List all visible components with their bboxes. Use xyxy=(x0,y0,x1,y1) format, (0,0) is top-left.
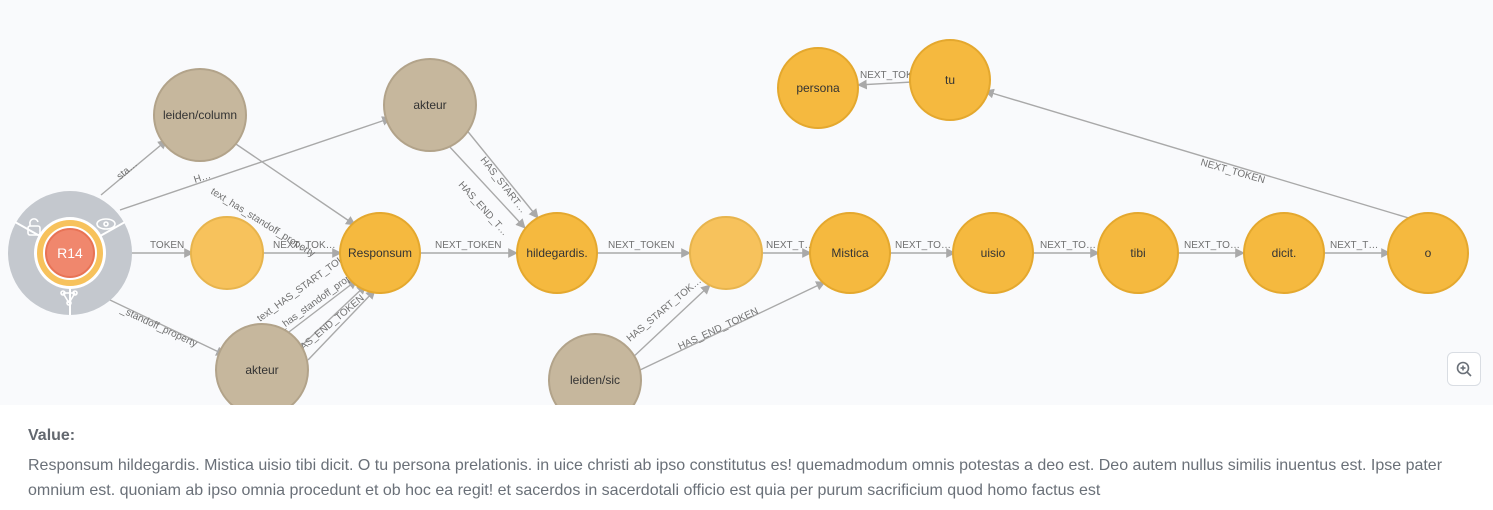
center-node[interactable]: R14 xyxy=(8,191,132,315)
svg-text:akteur: akteur xyxy=(245,363,278,377)
svg-text:o: o xyxy=(1425,246,1432,260)
svg-text:HAS_START_TOK…: HAS_START_TOK… xyxy=(625,275,704,344)
svg-text:NEXT_T…: NEXT_T… xyxy=(766,240,814,251)
edge-r14-akteurbot: _standoff_property xyxy=(110,300,225,355)
node-dicit[interactable]: dicit. xyxy=(1244,213,1324,293)
svg-text:NEXT_TO…: NEXT_TO… xyxy=(1184,240,1240,251)
node-leiden-sic[interactable]: leiden/sic xyxy=(549,334,641,405)
center-node-label: R14 xyxy=(57,245,83,261)
svg-text:H…: H… xyxy=(193,170,213,186)
zoom-in-button[interactable] xyxy=(1447,352,1481,386)
node-akteur-bottom[interactable]: akteur xyxy=(216,324,308,405)
node-persona[interactable]: persona xyxy=(778,48,858,128)
svg-text:HAS_END_TOKEN: HAS_END_TOKEN xyxy=(293,293,367,357)
svg-text:NEXT_TOKEN: NEXT_TOKEN xyxy=(608,240,675,251)
node-mistica[interactable]: Mistica xyxy=(810,213,890,293)
node-blank-2[interactable] xyxy=(690,217,762,289)
svg-text:NEXT_TO…: NEXT_TO… xyxy=(1040,240,1096,251)
node-o[interactable]: o xyxy=(1388,213,1468,293)
svg-text:Responsum: Responsum xyxy=(348,246,412,260)
node-responsum[interactable]: Responsum xyxy=(340,213,420,293)
svg-text:TOKEN: TOKEN xyxy=(150,240,184,251)
svg-text:HAS_END_TOKEN: HAS_END_TOKEN xyxy=(677,306,761,353)
svg-text:NEXT_TOKEN: NEXT_TOKEN xyxy=(1199,157,1266,186)
edge-blank2-mistica: NEXT_T… xyxy=(762,240,814,253)
value-text: Responsum hildegardis. Mistica uisio tib… xyxy=(28,453,1465,504)
svg-text:hildegardis.: hildegardis. xyxy=(526,246,587,260)
node-blank-1[interactable] xyxy=(191,217,263,289)
svg-text:leiden/sic: leiden/sic xyxy=(570,373,620,387)
graph-svg: TOKEN NEXT_TOK… NEXT_TOKEN NEXT_TOKEN NE… xyxy=(0,0,1493,405)
node-uisio[interactable]: uisio xyxy=(953,213,1033,293)
node-akteur-top[interactable]: akteur xyxy=(384,59,476,151)
edge-dicit-o: NEXT_T… xyxy=(1323,240,1390,253)
node-tu[interactable]: tu xyxy=(910,40,990,120)
svg-text:tibi: tibi xyxy=(1130,246,1145,260)
edge-mistica-uisio: NEXT_TO… xyxy=(888,240,955,253)
edge-hildegardis-blank2: NEXT_TOKEN xyxy=(597,240,690,253)
svg-text:_standoff_property: _standoff_property xyxy=(118,304,199,350)
svg-text:NEXT_TO…: NEXT_TO… xyxy=(895,240,951,251)
edge-akteurbot-resp-end: HAS_END_TOKEN xyxy=(293,290,375,360)
edge-responsum-hildegardis: NEXT_TOKEN xyxy=(418,240,517,253)
graph-canvas[interactable]: TOKEN NEXT_TOK… NEXT_TOKEN NEXT_TOKEN NE… xyxy=(0,0,1493,405)
edge-r14-leidencol: sta… xyxy=(101,140,167,195)
edge-tibi-dicit: NEXT_TO… xyxy=(1176,240,1244,253)
svg-text:Mistica: Mistica xyxy=(831,246,869,260)
edge-r14-blank1: TOKEN xyxy=(128,240,193,253)
svg-text:NEXT_TOKEN: NEXT_TOKEN xyxy=(435,240,502,251)
svg-text:persona: persona xyxy=(796,81,840,95)
edge-leidensic-blank2: HAS_START_TOK… xyxy=(625,275,710,360)
node-hildegardis[interactable]: hildegardis. xyxy=(517,213,597,293)
svg-text:uisio: uisio xyxy=(981,246,1006,260)
node-tibi[interactable]: tibi xyxy=(1098,213,1178,293)
svg-text:NEXT_T…: NEXT_T… xyxy=(1330,240,1378,251)
svg-text:leiden/column: leiden/column xyxy=(163,108,237,122)
svg-text:akteur: akteur xyxy=(413,98,446,112)
zoom-in-icon xyxy=(1455,360,1473,378)
edge-leidensic-mistica: HAS_END_TOKEN xyxy=(640,282,825,370)
edge-uisio-tibi: NEXT_TO… xyxy=(1031,240,1099,253)
value-title: Value: xyxy=(28,423,1465,449)
value-panel: Value: Responsum hildegardis. Mistica ui… xyxy=(0,405,1493,504)
node-leiden-column[interactable]: leiden/column xyxy=(154,69,246,161)
svg-text:sta…: sta… xyxy=(115,159,140,182)
edge-o-tu: NEXT_TOKEN xyxy=(985,91,1412,219)
svg-text:dicit.: dicit. xyxy=(1272,246,1297,260)
svg-text:tu: tu xyxy=(945,73,955,87)
